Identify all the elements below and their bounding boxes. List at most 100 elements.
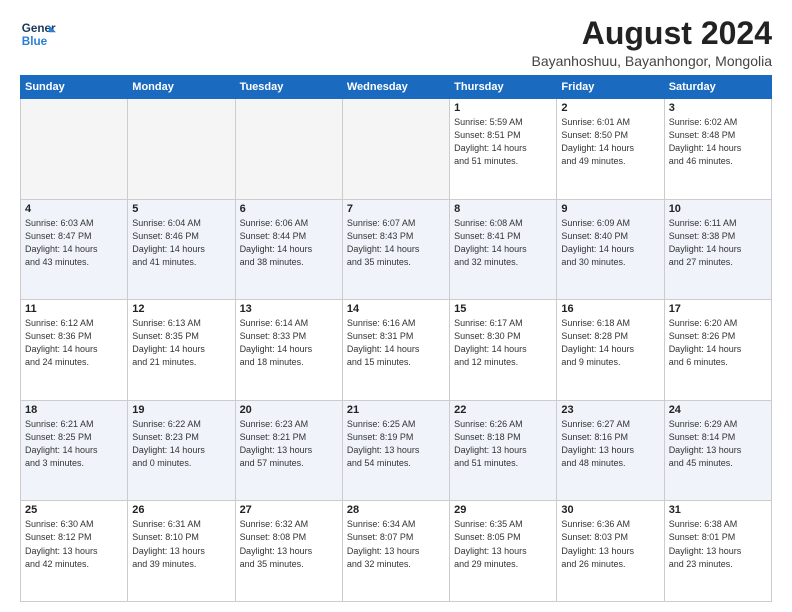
calendar-cell: 16 Sunrise: 6:18 AM Sunset: 8:28 PM Dayli…: [557, 300, 664, 401]
col-tuesday: Tuesday: [235, 76, 342, 99]
col-saturday: Saturday: [664, 76, 771, 99]
day-info: Sunrise: 6:29 AM Sunset: 8:14 PM Dayligh…: [669, 418, 767, 470]
col-sunday: Sunday: [21, 76, 128, 99]
day-info: Sunrise: 6:36 AM Sunset: 8:03 PM Dayligh…: [561, 518, 659, 570]
month-year-title: August 2024: [531, 16, 772, 51]
day-info: Sunrise: 6:26 AM Sunset: 8:18 PM Dayligh…: [454, 418, 552, 470]
day-number: 7: [347, 203, 445, 215]
day-number: 14: [347, 303, 445, 315]
day-number: 15: [454, 303, 552, 315]
calendar-cell: 26 Sunrise: 6:31 AM Sunset: 8:10 PM Dayli…: [128, 501, 235, 602]
calendar-cell: 4Sunrise: 6:03 AM Sunset: 8:47 PM Daylig…: [21, 199, 128, 300]
calendar-cell: 29 Sunrise: 6:35 AM Sunset: 8:05 PM Dayli…: [450, 501, 557, 602]
day-info: Sunrise: 6:20 AM Sunset: 8:26 PM Dayligh…: [669, 317, 767, 369]
calendar-cell: 19Sunrise: 6:22 AM Sunset: 8:23 PM Dayli…: [128, 400, 235, 501]
calendar-cell: 12Sunrise: 6:13 AM Sunset: 8:35 PM Dayli…: [128, 300, 235, 401]
calendar-cell: 27Sunrise: 6:32 AM Sunset: 8:08 PM Dayli…: [235, 501, 342, 602]
day-number: 20: [240, 404, 338, 416]
day-number: 9: [561, 203, 659, 215]
day-info: Sunrise: 6:23 AM Sunset: 8:21 PM Dayligh…: [240, 418, 338, 470]
calendar-week-5: 25 Sunrise: 6:30 AM Sunset: 8:12 PM Dayli…: [21, 501, 772, 602]
day-number: 23: [561, 404, 659, 416]
col-thursday: Thursday: [450, 76, 557, 99]
calendar-cell: [21, 99, 128, 200]
calendar-cell: 3 Sunrise: 6:02 AM Sunset: 8:48 PM Daylig…: [664, 99, 771, 200]
day-number: 26: [132, 504, 230, 516]
day-info: Sunrise: 6:18 AM Sunset: 8:28 PM Dayligh…: [561, 317, 659, 369]
calendar-cell: 8 Sunrise: 6:08 AM Sunset: 8:41 PM Daylig…: [450, 199, 557, 300]
calendar-cell: 23 Sunrise: 6:27 AM Sunset: 8:16 PM Dayli…: [557, 400, 664, 501]
page: General Blue August 2024 Bayanhoshuu, Ba…: [0, 0, 792, 612]
day-number: 18: [25, 404, 123, 416]
calendar-cell: 6Sunrise: 6:06 AM Sunset: 8:44 PM Daylig…: [235, 199, 342, 300]
calendar-week-3: 11 Sunrise: 6:12 AM Sunset: 8:36 PM Dayli…: [21, 300, 772, 401]
day-info: Sunrise: 6:02 AM Sunset: 8:48 PM Dayligh…: [669, 116, 767, 168]
day-number: 21: [347, 404, 445, 416]
day-info: Sunrise: 6:16 AM Sunset: 8:31 PM Dayligh…: [347, 317, 445, 369]
day-number: 8: [454, 203, 552, 215]
day-info: Sunrise: 6:21 AM Sunset: 8:25 PM Dayligh…: [25, 418, 123, 470]
logo: General Blue: [20, 16, 58, 52]
day-number: 27: [240, 504, 338, 516]
day-number: 24: [669, 404, 767, 416]
day-info: Sunrise: 6:25 AM Sunset: 8:19 PM Dayligh…: [347, 418, 445, 470]
day-info: Sunrise: 6:30 AM Sunset: 8:12 PM Dayligh…: [25, 518, 123, 570]
day-info: Sunrise: 6:08 AM Sunset: 8:41 PM Dayligh…: [454, 217, 552, 269]
day-number: 5: [132, 203, 230, 215]
day-number: 3: [669, 102, 767, 114]
col-monday: Monday: [128, 76, 235, 99]
calendar-cell: 20 Sunrise: 6:23 AM Sunset: 8:21 PM Dayli…: [235, 400, 342, 501]
day-info: Sunrise: 6:27 AM Sunset: 8:16 PM Dayligh…: [561, 418, 659, 470]
day-number: 29: [454, 504, 552, 516]
location-subtitle: Bayanhoshuu, Bayanhongor, Mongolia: [531, 53, 772, 69]
day-number: 6: [240, 203, 338, 215]
day-info: Sunrise: 6:14 AM Sunset: 8:33 PM Dayligh…: [240, 317, 338, 369]
calendar-cell: 17Sunrise: 6:20 AM Sunset: 8:26 PM Dayli…: [664, 300, 771, 401]
day-number: 10: [669, 203, 767, 215]
calendar-week-4: 18 Sunrise: 6:21 AM Sunset: 8:25 PM Dayli…: [21, 400, 772, 501]
calendar-cell: 10 Sunrise: 6:11 AM Sunset: 8:38 PM Dayli…: [664, 199, 771, 300]
day-number: 25: [25, 504, 123, 516]
calendar-cell: 25 Sunrise: 6:30 AM Sunset: 8:12 PM Dayli…: [21, 501, 128, 602]
svg-text:Blue: Blue: [22, 35, 48, 48]
calendar-cell: 28 Sunrise: 6:34 AM Sunset: 8:07 PM Dayli…: [342, 501, 449, 602]
calendar-cell: 11 Sunrise: 6:12 AM Sunset: 8:36 PM Dayli…: [21, 300, 128, 401]
day-info: Sunrise: 6:35 AM Sunset: 8:05 PM Dayligh…: [454, 518, 552, 570]
day-number: 4: [25, 203, 123, 215]
day-info: Sunrise: 6:22 AM Sunset: 8:23 PM Dayligh…: [132, 418, 230, 470]
calendar-cell: 1Sunrise: 5:59 AM Sunset: 8:51 PM Daylig…: [450, 99, 557, 200]
calendar-week-1: 1Sunrise: 5:59 AM Sunset: 8:51 PM Daylig…: [21, 99, 772, 200]
calendar-cell: 18 Sunrise: 6:21 AM Sunset: 8:25 PM Dayli…: [21, 400, 128, 501]
day-info: Sunrise: 6:38 AM Sunset: 8:01 PM Dayligh…: [669, 518, 767, 570]
calendar-header-row: Sunday Monday Tuesday Wednesday Thursday…: [21, 76, 772, 99]
day-info: Sunrise: 6:34 AM Sunset: 8:07 PM Dayligh…: [347, 518, 445, 570]
day-info: Sunrise: 6:31 AM Sunset: 8:10 PM Dayligh…: [132, 518, 230, 570]
title-block: August 2024 Bayanhoshuu, Bayanhongor, Mo…: [531, 16, 772, 69]
day-number: 28: [347, 504, 445, 516]
calendar-cell: [128, 99, 235, 200]
calendar-cell: [235, 99, 342, 200]
day-number: 11: [25, 303, 123, 315]
col-wednesday: Wednesday: [342, 76, 449, 99]
calendar-cell: [342, 99, 449, 200]
calendar-table: Sunday Monday Tuesday Wednesday Thursday…: [20, 75, 772, 602]
calendar-cell: 15 Sunrise: 6:17 AM Sunset: 8:30 PM Dayli…: [450, 300, 557, 401]
calendar-cell: 2Sunrise: 6:01 AM Sunset: 8:50 PM Daylig…: [557, 99, 664, 200]
day-info: Sunrise: 6:12 AM Sunset: 8:36 PM Dayligh…: [25, 317, 123, 369]
calendar-week-2: 4Sunrise: 6:03 AM Sunset: 8:47 PM Daylig…: [21, 199, 772, 300]
calendar-cell: 21 Sunrise: 6:25 AM Sunset: 8:19 PM Dayli…: [342, 400, 449, 501]
day-number: 22: [454, 404, 552, 416]
calendar-cell: 9 Sunrise: 6:09 AM Sunset: 8:40 PM Daylig…: [557, 199, 664, 300]
calendar-cell: 14 Sunrise: 6:16 AM Sunset: 8:31 PM Dayli…: [342, 300, 449, 401]
day-info: Sunrise: 6:11 AM Sunset: 8:38 PM Dayligh…: [669, 217, 767, 269]
day-info: Sunrise: 6:09 AM Sunset: 8:40 PM Dayligh…: [561, 217, 659, 269]
day-number: 30: [561, 504, 659, 516]
calendar-cell: 5Sunrise: 6:04 AM Sunset: 8:46 PM Daylig…: [128, 199, 235, 300]
day-number: 16: [561, 303, 659, 315]
col-friday: Friday: [557, 76, 664, 99]
calendar-cell: 7 Sunrise: 6:07 AM Sunset: 8:43 PM Daylig…: [342, 199, 449, 300]
day-info: Sunrise: 6:07 AM Sunset: 8:43 PM Dayligh…: [347, 217, 445, 269]
day-number: 2: [561, 102, 659, 114]
day-number: 13: [240, 303, 338, 315]
day-info: Sunrise: 6:17 AM Sunset: 8:30 PM Dayligh…: [454, 317, 552, 369]
